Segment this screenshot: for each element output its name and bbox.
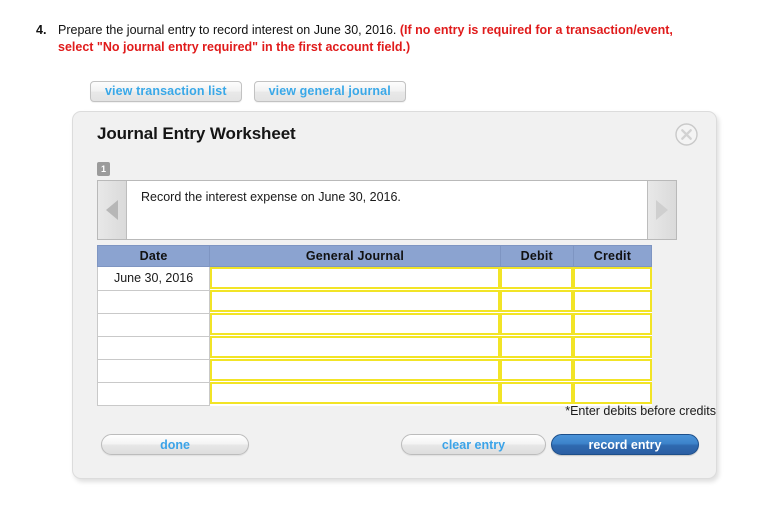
table-row: [96, 312, 652, 337]
cell-credit[interactable]: [573, 313, 652, 336]
cell-debit[interactable]: [500, 290, 574, 313]
general-journal-input[interactable]: [210, 382, 501, 404]
cell-general-journal[interactable]: [209, 313, 501, 336]
cell-debit[interactable]: [500, 359, 574, 382]
record-entry-button[interactable]: record entry: [551, 434, 699, 455]
cell-date[interactable]: [96, 312, 211, 337]
credit-input[interactable]: [573, 267, 652, 289]
debit-input[interactable]: [500, 267, 574, 289]
journal-entry-table: Date General Journal Debit Credit June 3…: [96, 245, 653, 406]
debit-input[interactable]: [500, 336, 574, 358]
column-header-general-journal: General Journal: [209, 245, 501, 267]
cell-general-journal[interactable]: [209, 359, 501, 382]
general-journal-input[interactable]: [210, 267, 501, 289]
question-text-black: Prepare the journal entry to record inte…: [58, 23, 397, 37]
question-block: 4. Prepare the journal entry to record i…: [36, 22, 696, 55]
general-journal-input[interactable]: [210, 336, 501, 358]
view-transaction-list-button[interactable]: view transaction list: [90, 81, 242, 102]
chevron-right-icon[interactable]: [647, 181, 676, 239]
debit-input[interactable]: [500, 313, 574, 335]
cell-date: June 30, 2016: [96, 266, 211, 291]
cell-general-journal[interactable]: [209, 382, 501, 405]
table-header-row: Date General Journal Debit Credit: [96, 245, 653, 267]
debits-before-credits-hint: *Enter debits before credits: [565, 404, 716, 418]
journal-entry-worksheet-dialog: Journal Entry Worksheet 1 Record the int…: [72, 111, 717, 479]
table-row: [96, 358, 652, 383]
dialog-title: Journal Entry Worksheet: [97, 124, 296, 143]
prompt-panel: Record the interest expense on June 30, …: [97, 180, 677, 240]
cell-date[interactable]: [96, 335, 211, 360]
cell-debit[interactable]: [500, 313, 574, 336]
cell-general-journal[interactable]: [209, 290, 501, 313]
debit-input[interactable]: [500, 382, 574, 404]
cell-date[interactable]: [96, 358, 211, 383]
credit-input[interactable]: [573, 313, 652, 335]
general-journal-input[interactable]: [210, 290, 501, 312]
clear-entry-button[interactable]: clear entry: [401, 434, 546, 455]
chevron-left-icon[interactable]: [98, 181, 127, 239]
cell-debit[interactable]: [500, 382, 574, 405]
credit-input[interactable]: [573, 359, 652, 381]
view-general-journal-button[interactable]: view general journal: [253, 81, 406, 102]
column-header-credit: Credit: [572, 245, 653, 267]
cell-date[interactable]: [96, 289, 211, 314]
table-row: [96, 289, 652, 314]
cell-credit[interactable]: [573, 266, 652, 290]
debit-input[interactable]: [500, 290, 574, 312]
prompt-text: Record the interest expense on June 30, …: [127, 181, 647, 239]
question-text: Prepare the journal entry to record inte…: [58, 22, 696, 55]
column-header-debit: Debit: [499, 245, 574, 267]
general-journal-input[interactable]: [210, 313, 501, 335]
table-row: June 30, 2016: [96, 266, 652, 291]
table-row: [96, 381, 652, 406]
credit-input[interactable]: [573, 382, 652, 404]
cell-credit[interactable]: [573, 382, 652, 405]
cell-general-journal[interactable]: [209, 336, 501, 359]
close-icon[interactable]: [674, 122, 699, 147]
debit-input[interactable]: [500, 359, 574, 381]
table-row: [96, 335, 652, 360]
cell-credit[interactable]: [573, 290, 652, 313]
column-header-date: Date: [96, 245, 211, 267]
credit-input[interactable]: [573, 336, 652, 358]
cell-credit[interactable]: [573, 336, 652, 359]
cell-general-journal[interactable]: [209, 266, 501, 290]
cell-debit[interactable]: [500, 336, 574, 359]
view-buttons-bar: view transaction list view general journ…: [90, 81, 406, 102]
question-number: 4.: [36, 23, 47, 37]
credit-input[interactable]: [573, 290, 652, 312]
cell-date[interactable]: [96, 381, 211, 406]
done-button[interactable]: done: [101, 434, 249, 455]
dialog-actions: done clear entry record entry: [73, 434, 716, 456]
step-badge[interactable]: 1: [97, 162, 110, 176]
general-journal-input[interactable]: [210, 359, 501, 381]
cell-credit[interactable]: [573, 359, 652, 382]
cell-debit[interactable]: [500, 266, 574, 290]
